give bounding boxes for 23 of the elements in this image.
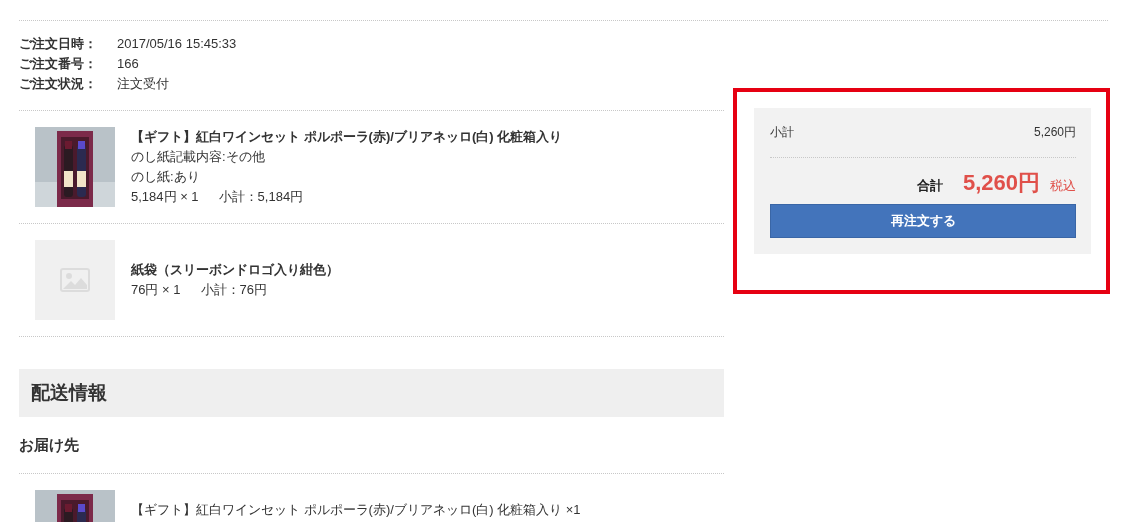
product-name: 【ギフト】紅白ワインセット ポルポーラ(赤)/ブリアネッロ(白) 化粧箱入り ×1 [131, 501, 581, 519]
product-name[interactable]: 【ギフト】紅白ワインセット ポルポーラ(赤)/ブリアネッロ(白) 化粧箱入り [131, 127, 563, 147]
price-quantity: 76円 × 1 [131, 281, 181, 299]
total-price: 5,260円 [962, 169, 1040, 197]
reorder-button[interactable]: 再注文する [770, 204, 1076, 238]
product-option: のし紙:あり [131, 167, 563, 187]
item-subtotal: 小計：76円 [200, 281, 267, 299]
total-label: 合計 [916, 177, 943, 195]
tax-note: 税込 [1050, 177, 1076, 195]
price-quantity: 5,184円 × 1 [131, 188, 199, 206]
subtotal-value: 5,260円 [1033, 124, 1076, 141]
field-value: 166 [117, 55, 139, 73]
field-label: ご注文日時： [19, 35, 98, 53]
product-option: のし紙記載内容:その他 [131, 147, 563, 167]
section-heading: 配送情報 [19, 369, 725, 417]
field-value: 2017/05/16 15:45:33 [117, 35, 237, 53]
subheading: お届け先 [19, 435, 80, 455]
field-label: ご注文状況： [19, 75, 98, 93]
field-label: ご注文番号： [19, 55, 98, 73]
product-name[interactable]: 紙袋（スリーボンドロゴ入り紺色） [131, 260, 339, 280]
item-subtotal: 小計：5,184円 [218, 188, 304, 206]
field-value: 注文受付 [117, 75, 169, 93]
subtotal-label: 小計 [770, 124, 795, 141]
